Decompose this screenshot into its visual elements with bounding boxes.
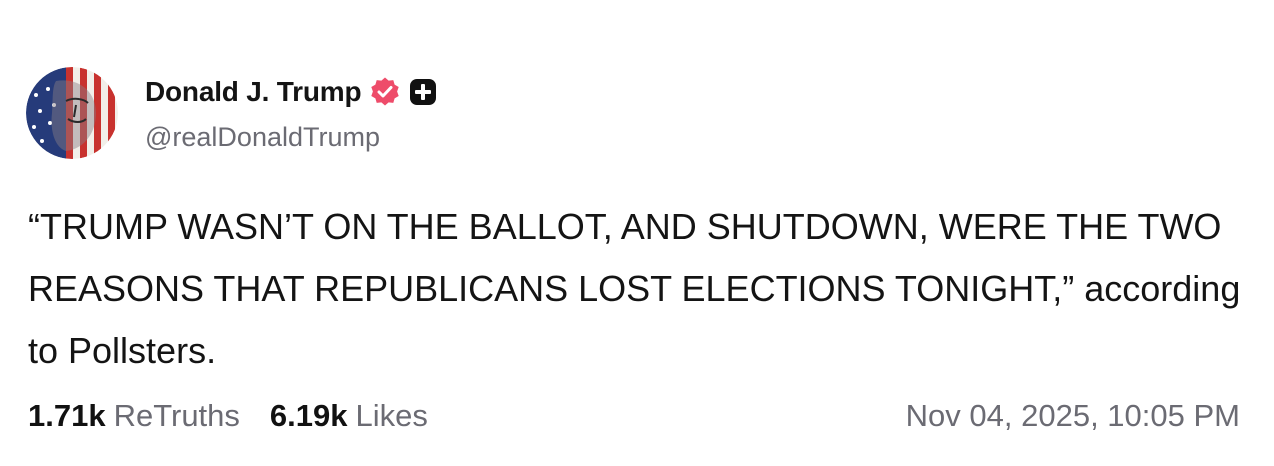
author-handle[interactable]: @realDonaldTrump [145, 122, 380, 153]
likes-count[interactable]: 6.19k [270, 398, 348, 434]
flag-portrait-avatar [26, 67, 118, 159]
retruths-count[interactable]: 1.71k [28, 398, 106, 434]
post-timestamp[interactable]: Nov 04, 2025, 10:05 PM [906, 398, 1240, 434]
plus-badge-icon [409, 78, 437, 106]
post-text: “TRUMP WASN’T ON THE BALLOT, AND SHUTDOW… [28, 206, 1241, 371]
author-name-row: Donald J. Trump [145, 72, 437, 112]
likes-label[interactable]: Likes [356, 398, 428, 434]
avatar[interactable] [26, 67, 118, 159]
retruths-label[interactable]: ReTruths [114, 398, 240, 434]
post-stats: 1.71k ReTruths 6.19k Likes [28, 398, 428, 434]
author-display-name[interactable]: Donald J. Trump [145, 76, 362, 108]
truth-post: Donald J. Trump @realDonaldTrump “TRUMP … [0, 0, 1274, 466]
verified-badge-icon [369, 76, 401, 108]
